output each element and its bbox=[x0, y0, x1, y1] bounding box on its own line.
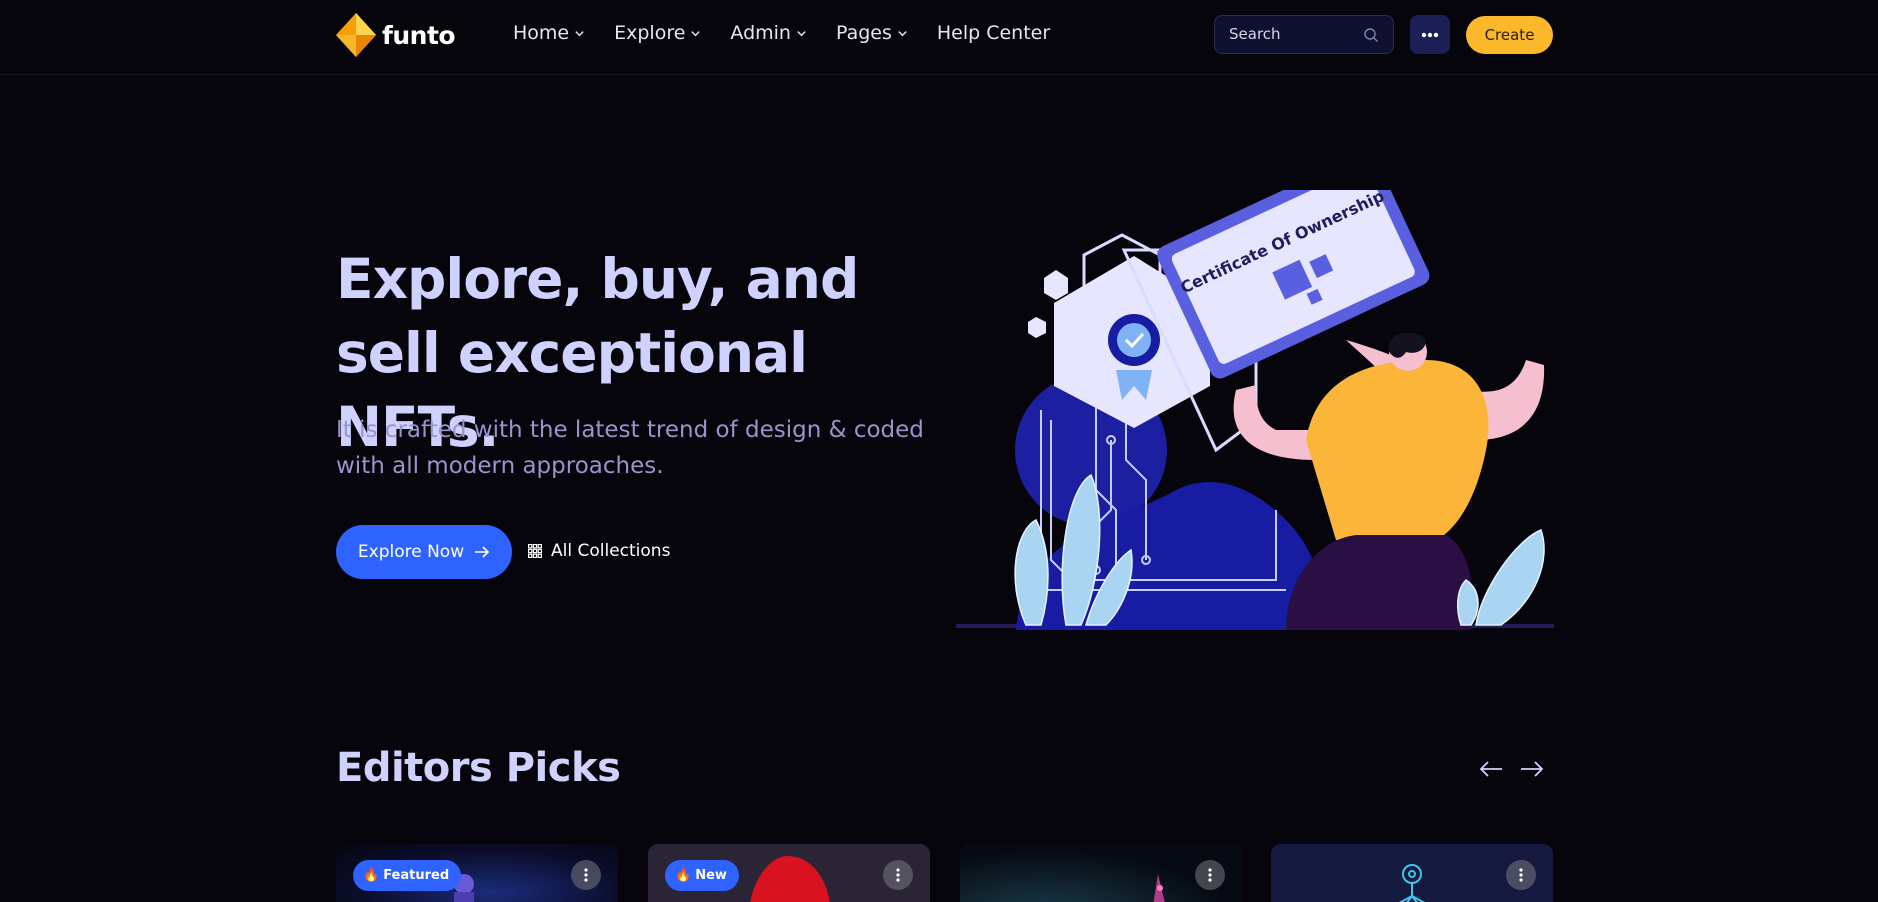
flame-icon: 🔥 bbox=[363, 868, 380, 883]
hero-subtitle: It is crafted with the latest trend of d… bbox=[336, 417, 924, 479]
nft-card[interactable]: 🔥 Featured bbox=[336, 844, 618, 902]
diamond-logo-icon bbox=[336, 13, 376, 57]
all-collections-label: All Collections bbox=[551, 541, 671, 561]
menu-item-label: Home bbox=[513, 22, 570, 44]
explore-now-button[interactable]: Explore Now bbox=[336, 525, 512, 579]
flame-icon: 🔥 bbox=[675, 868, 692, 883]
all-collections-link[interactable]: All Collections bbox=[528, 541, 670, 561]
nft-card[interactable] bbox=[960, 844, 1242, 902]
editors-picks-title: Editors Picks bbox=[336, 745, 621, 791]
menu-item-home[interactable]: Home bbox=[513, 22, 585, 44]
badge-label: Featured bbox=[383, 868, 450, 883]
menu-item-explore[interactable]: Explore bbox=[614, 22, 701, 44]
more-options-button[interactable] bbox=[1410, 15, 1450, 54]
explore-now-label: Explore Now bbox=[357, 542, 465, 562]
nft-card[interactable]: 🔥 New bbox=[648, 844, 930, 902]
vertical-dots-icon bbox=[896, 868, 900, 882]
chevron-down-icon bbox=[575, 30, 584, 36]
arrow-right-icon[interactable] bbox=[1520, 760, 1544, 778]
search-icon[interactable] bbox=[1363, 27, 1379, 43]
search-box bbox=[1214, 15, 1394, 54]
card-menu-button[interactable] bbox=[1195, 860, 1225, 890]
status-badge: 🔥 New bbox=[665, 860, 739, 891]
card-menu-button[interactable] bbox=[571, 860, 601, 890]
vertical-dots-icon bbox=[584, 868, 588, 882]
menu-item-admin[interactable]: Admin bbox=[730, 22, 807, 44]
nft-card[interactable] bbox=[1271, 844, 1553, 902]
hero-illustration: Certificate Of Ownership bbox=[956, 190, 1554, 630]
top-navbar: funto Home Explore Admin Pages Help Cent… bbox=[0, 0, 1878, 75]
menu-item-label: Pages bbox=[835, 22, 892, 44]
chevron-down-icon bbox=[898, 30, 907, 36]
menu-item-help-center[interactable]: Help Center bbox=[937, 22, 1050, 44]
arrow-left-icon[interactable] bbox=[1479, 760, 1503, 778]
more-dots-icon bbox=[1421, 32, 1439, 37]
chevron-down-icon bbox=[691, 30, 701, 36]
menu-item-label: Help Center bbox=[936, 22, 1051, 44]
card-menu-button[interactable] bbox=[1506, 860, 1536, 890]
chevron-down-icon bbox=[797, 30, 806, 36]
main-menu: Home Explore Admin Pages Help Center bbox=[513, 22, 1079, 44]
menu-item-pages[interactable]: Pages bbox=[836, 22, 908, 44]
arrow-right-icon bbox=[475, 546, 490, 558]
logo[interactable]: funto bbox=[336, 13, 456, 57]
create-button[interactable]: Create bbox=[1466, 16, 1553, 54]
vertical-dots-icon bbox=[1519, 868, 1523, 882]
menu-item-label: Explore bbox=[614, 22, 686, 44]
status-badge: 🔥 Featured bbox=[353, 860, 462, 891]
menu-item-label: Admin bbox=[730, 22, 791, 44]
vertical-dots-icon bbox=[1208, 868, 1212, 882]
search-input[interactable] bbox=[1229, 25, 1359, 43]
badge-label: New bbox=[695, 868, 727, 883]
grid-icon bbox=[528, 544, 542, 558]
logo-text: funto bbox=[382, 20, 456, 50]
card-menu-button[interactable] bbox=[883, 860, 913, 890]
